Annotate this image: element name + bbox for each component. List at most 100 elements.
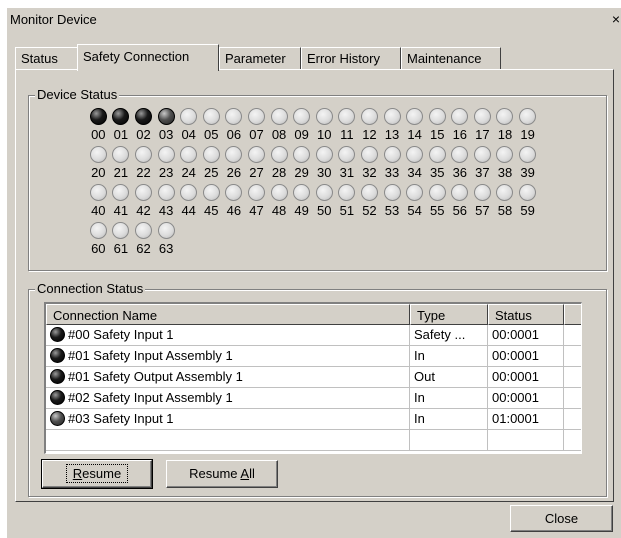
device-status-led-icon[interactable] xyxy=(383,184,401,201)
device-status-led-icon[interactable] xyxy=(360,108,378,125)
table-header: Connection Name Type Status xyxy=(46,304,581,325)
device-status-led-icon[interactable] xyxy=(451,108,469,125)
device-led-cell xyxy=(87,106,110,125)
device-status-led-icon[interactable] xyxy=(247,146,265,163)
close-icon[interactable]: × xyxy=(612,11,620,27)
device-status-led-icon[interactable] xyxy=(180,146,198,163)
device-status-led-icon[interactable] xyxy=(383,146,401,163)
device-status-led-icon[interactable] xyxy=(134,184,152,201)
device-status-led-icon[interactable] xyxy=(406,184,424,201)
device-status-led-icon[interactable] xyxy=(247,184,265,201)
device-status-led-icon[interactable] xyxy=(180,108,198,125)
device-status-led-icon[interactable] xyxy=(112,222,130,239)
device-status-led-icon[interactable] xyxy=(519,108,537,125)
device-node-number: 35 xyxy=(429,165,445,180)
device-status-led-icon[interactable] xyxy=(157,184,175,201)
cell-empty xyxy=(564,430,581,451)
tab-safety-connection[interactable]: Safety Connection xyxy=(77,44,219,71)
device-status-led-icon[interactable] xyxy=(247,108,265,125)
device-status-led-icon[interactable] xyxy=(338,146,356,163)
device-status-led-icon[interactable] xyxy=(519,146,537,163)
device-status-led-icon[interactable] xyxy=(225,184,243,201)
device-status-led-icon[interactable] xyxy=(406,146,424,163)
device-status-led-icon[interactable] xyxy=(338,108,356,125)
device-status-led-icon[interactable] xyxy=(451,184,469,201)
cell-type: In xyxy=(410,388,488,409)
tab-error-history[interactable]: Error History xyxy=(301,47,401,69)
device-node-number: 14 xyxy=(407,127,422,142)
device-status-led-icon[interactable] xyxy=(383,108,401,125)
device-status-led-icon[interactable] xyxy=(112,108,130,125)
device-status-led-icon[interactable] xyxy=(89,146,107,163)
device-node-number: 41 xyxy=(113,203,129,218)
tab-maintenance[interactable]: Maintenance xyxy=(401,47,501,69)
device-status-led-icon[interactable] xyxy=(406,108,424,125)
connection-name-text: #01 Safety Output Assembly 1 xyxy=(68,369,243,384)
device-status-led-icon[interactable] xyxy=(519,184,537,201)
device-led-cell xyxy=(177,182,200,201)
device-status-led-icon[interactable] xyxy=(157,222,175,239)
table-row[interactable] xyxy=(46,430,581,451)
table-row[interactable]: #03 Safety Input 1 In 01:0001 xyxy=(46,409,581,430)
device-status-led-icon[interactable] xyxy=(112,184,130,201)
cell-type: Safety ... xyxy=(410,325,488,346)
device-status-led-icon[interactable] xyxy=(134,146,152,163)
device-status-led-icon[interactable] xyxy=(315,146,333,163)
device-status-led-icon[interactable] xyxy=(134,108,152,125)
device-status-led-icon[interactable] xyxy=(270,146,288,163)
device-status-led-icon[interactable] xyxy=(428,184,446,201)
device-status-led-icon[interactable] xyxy=(157,108,175,125)
device-led-cell xyxy=(516,106,539,125)
column-header-status[interactable]: Status xyxy=(488,304,564,325)
device-status-led-icon[interactable] xyxy=(89,184,107,201)
window-title: Monitor Device xyxy=(10,12,97,27)
device-status-led-icon[interactable] xyxy=(451,146,469,163)
close-button[interactable]: Close xyxy=(510,505,613,532)
column-header-type[interactable]: Type xyxy=(410,304,488,325)
device-status-led-icon[interactable] xyxy=(360,184,378,201)
column-header-connection-name[interactable]: Connection Name xyxy=(46,304,410,325)
device-status-led-icon[interactable] xyxy=(315,184,333,201)
device-status-led-icon[interactable] xyxy=(225,146,243,163)
resume-button[interactable]: Resume xyxy=(41,459,153,489)
device-status-led-icon[interactable] xyxy=(496,184,514,201)
device-status-led-icon[interactable] xyxy=(315,108,333,125)
device-status-led-icon[interactable] xyxy=(293,108,311,125)
table-row[interactable]: #02 Safety Input Assembly 1 In 00:0001 xyxy=(46,388,581,409)
device-node-number: 28 xyxy=(271,165,287,180)
device-led-cell xyxy=(290,106,313,125)
device-status-led-icon[interactable] xyxy=(89,222,107,239)
device-status-led-icon[interactable] xyxy=(270,184,288,201)
device-node-number: 53 xyxy=(384,203,400,218)
device-status-led-icon[interactable] xyxy=(473,146,491,163)
table-row[interactable]: #00 Safety Input 1 Safety ... 00:0001 xyxy=(46,325,581,346)
device-status-led-icon[interactable] xyxy=(428,146,446,163)
device-status-led-icon[interactable] xyxy=(112,146,130,163)
device-status-led-icon[interactable] xyxy=(270,108,288,125)
device-status-led-icon[interactable] xyxy=(496,108,514,125)
device-status-led-icon[interactable] xyxy=(473,108,491,125)
device-status-led-icon[interactable] xyxy=(496,146,514,163)
table-row[interactable]: #01 Safety Input Assembly 1 In 00:0001 xyxy=(46,346,581,367)
table-row[interactable]: #01 Safety Output Assembly 1 Out 00:0001 xyxy=(46,367,581,388)
device-status-led-icon[interactable] xyxy=(180,184,198,201)
device-status-led-icon[interactable] xyxy=(225,108,243,125)
device-status-led-icon[interactable] xyxy=(157,146,175,163)
device-status-led-icon[interactable] xyxy=(202,146,220,163)
resume-all-button[interactable]: Resume All xyxy=(166,460,278,488)
device-status-led-icon[interactable] xyxy=(293,184,311,201)
device-status-led-icon[interactable] xyxy=(134,222,152,239)
device-status-led-icon[interactable] xyxy=(473,184,491,201)
device-status-led-icon[interactable] xyxy=(89,108,107,125)
device-node-number: 36 xyxy=(452,165,468,180)
tab-status[interactable]: Status xyxy=(15,47,78,69)
device-status-led-icon[interactable] xyxy=(293,146,311,163)
cell-connection-name: #00 Safety Input 1 xyxy=(46,325,410,346)
device-status-led-icon[interactable] xyxy=(360,146,378,163)
resume-label-post: esume xyxy=(82,466,122,481)
device-status-led-icon[interactable] xyxy=(202,108,220,125)
tab-parameter[interactable]: Parameter xyxy=(219,47,301,69)
device-status-led-icon[interactable] xyxy=(428,108,446,125)
device-status-led-icon[interactable] xyxy=(338,184,356,201)
device-status-led-icon[interactable] xyxy=(202,184,220,201)
